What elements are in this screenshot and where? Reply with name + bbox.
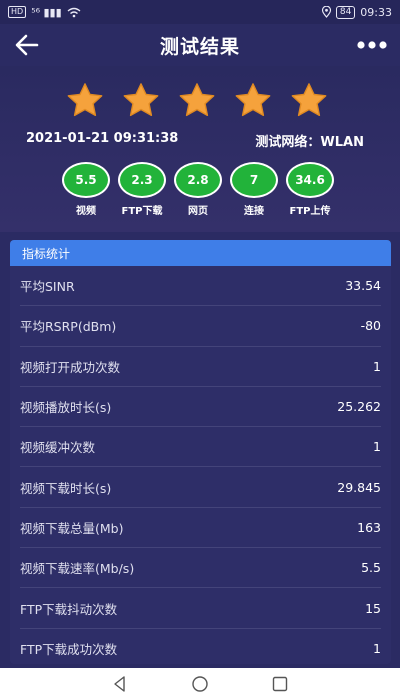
back-arrow-icon[interactable] (14, 33, 40, 57)
metric-label: 视频 (76, 206, 96, 217)
status-bar: HD ⁵⁶ ▮▮▮ 84 09:33 (0, 0, 400, 24)
metric-scores: 5.5 视频 2.3 FTP下载 2.8 网页 7 连接 34.6 FTP上传 (62, 162, 334, 217)
star-icon (179, 83, 215, 117)
metric-value: 2.3 (118, 162, 166, 198)
signal-icon: ⁵⁶ ▮▮▮ (31, 5, 62, 19)
stats-label: 平均SINR (20, 279, 75, 295)
star-icon (235, 83, 271, 117)
nav-recents-icon[interactable] (271, 675, 289, 693)
stats-row: 平均SINR 33.54 (20, 266, 381, 307)
stats-row: 视频下载时长(s) 29.845 (20, 467, 381, 508)
stats-header: 指标统计 (10, 240, 391, 266)
metric-web: 2.8 网页 (174, 162, 222, 217)
test-info-row: 2021-01-21 09:31:38 测试网络：WLAN (26, 131, 364, 150)
stats-row: FTP下载成功次数 1 (20, 629, 381, 664)
stats-value: 5.5 (361, 560, 381, 576)
stats-label: 视频下载时长(s) (20, 480, 112, 496)
stats-row: 平均RSRP(dBm) -80 (20, 306, 381, 347)
score-summary: 2021-01-21 09:31:38 测试网络：WLAN 5.5 视频 2.3… (0, 66, 400, 232)
stats-value: 1 (373, 358, 381, 374)
stats-label: FTP下载成功次数 (20, 641, 118, 657)
metric-label: FTP下载 (121, 206, 163, 217)
stats-value: 29.845 (337, 479, 381, 495)
test-network: 测试网络：WLAN (255, 135, 364, 150)
stats-row: 视频打开成功次数 1 (20, 347, 381, 387)
stats-row: 视频下载总量(Mb) 163 (20, 508, 381, 549)
system-nav-bar (0, 668, 400, 700)
metric-label: FTP上传 (289, 206, 331, 217)
stats-value: 1 (373, 439, 381, 455)
stats-value: 25.262 (337, 399, 381, 415)
location-icon (321, 6, 331, 18)
status-bar-left: HD ⁵⁶ ▮▮▮ (8, 6, 81, 19)
metric-value: 2.8 (174, 162, 222, 198)
metric-value: 5.5 (62, 162, 110, 198)
app-header: 测试结果 (0, 24, 400, 66)
metric-ftp-download: 2.3 FTP下载 (118, 162, 166, 217)
stats-row: FTP下载抖动次数 15 (20, 588, 381, 629)
page-title: 测试结果 (159, 35, 240, 58)
stats-label: 视频下载速率(Mb/s) (20, 561, 135, 577)
stats-label: 平均RSRP(dBm) (20, 319, 117, 335)
stats-value: 163 (357, 519, 381, 535)
metric-video: 5.5 视频 (62, 162, 110, 217)
stats-value: 33.54 (345, 278, 381, 294)
more-options-icon[interactable] (356, 36, 388, 54)
hd-indicator: HD (8, 6, 27, 18)
stats-label: 视频缓冲次数 (20, 440, 96, 456)
stats-row: 视频下载速率(Mb/s) 5.5 (20, 548, 381, 589)
stats-label: FTP下载抖动次数 (20, 601, 118, 617)
star-icon (123, 83, 159, 117)
stats-value: -80 (360, 318, 381, 334)
metric-label: 网页 (188, 206, 208, 217)
status-time: 09:33 (360, 5, 392, 19)
stats-label: 视频打开成功次数 (20, 359, 121, 375)
stats-label: 视频下载总量(Mb) (20, 520, 124, 536)
test-datetime: 2021-01-21 09:31:38 (26, 131, 179, 146)
stats-value: 15 (365, 600, 381, 616)
stats-row: 视频缓冲次数 1 (20, 427, 381, 468)
stats-row: 视频播放时长(s) 25.262 (20, 387, 381, 428)
stats-label: 视频播放时长(s) (20, 400, 112, 416)
metric-value: 7 (230, 162, 278, 198)
battery-icon: 84 (335, 5, 356, 19)
metric-ftp-upload: 34.6 FTP上传 (286, 162, 334, 217)
nav-home-icon[interactable] (191, 675, 209, 693)
metric-value: 34.6 (286, 162, 334, 198)
star-rating (66, 82, 328, 118)
status-bar-right: 84 09:33 (321, 5, 392, 19)
wifi-icon (67, 7, 81, 17)
star-icon (67, 83, 103, 117)
metric-label: 连接 (244, 206, 264, 217)
star-icon (291, 83, 327, 117)
metric-connect: 7 连接 (230, 162, 278, 217)
stats-panel: 指标统计 平均SINR 33.54 平均RSRP(dBm) -80 视频打开成功… (10, 240, 391, 664)
nav-back-icon[interactable] (111, 675, 129, 693)
stats-value: 1 (373, 640, 381, 656)
